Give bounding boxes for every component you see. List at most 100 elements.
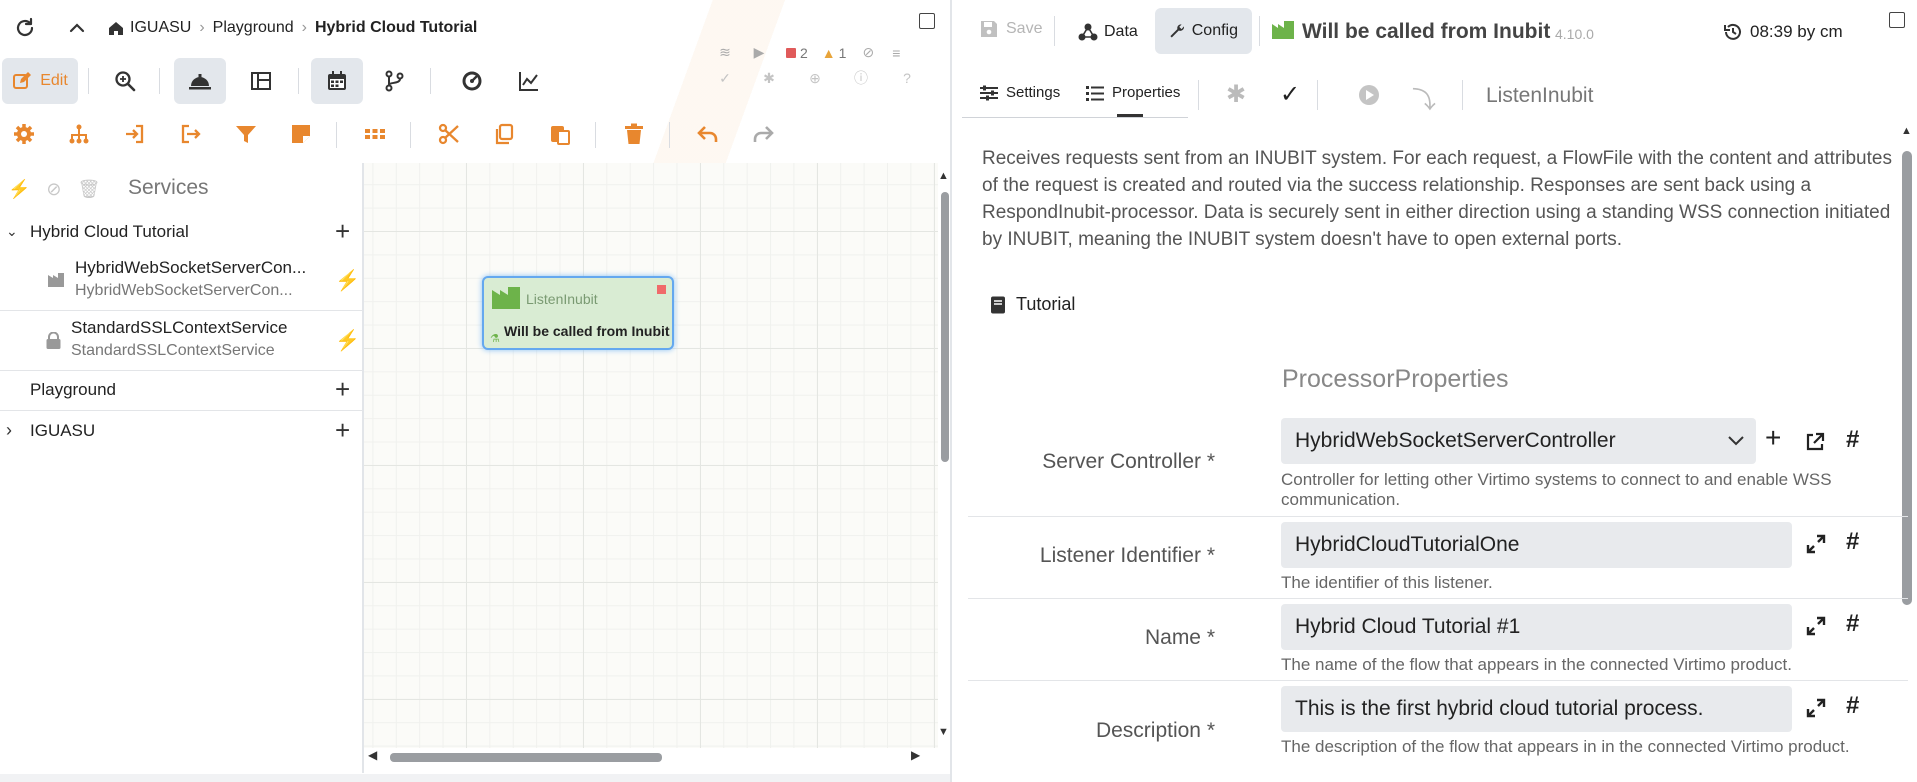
scrollbar-thumb[interactable] (1902, 151, 1912, 605)
add-icon[interactable]: + (1765, 422, 1781, 454)
disable-icon[interactable]: ⊘ (46, 179, 61, 200)
add-icon[interactable]: + (335, 374, 350, 405)
zoom-button[interactable] (99, 58, 151, 104)
hash-icon[interactable]: # (1846, 692, 1859, 720)
save-button[interactable]: Save (980, 20, 1042, 38)
tree-view-button[interactable] (235, 58, 287, 104)
vertical-scrollbar[interactable]: ▲ (1899, 125, 1915, 782)
check-icon: ✓ (719, 69, 731, 86)
play-circle-icon[interactable] (1358, 84, 1380, 106)
lightning-icon[interactable]: ⚡ (335, 328, 360, 353)
services-view-button[interactable] (174, 58, 226, 104)
add-icon[interactable]: + (335, 415, 350, 446)
breadcrumb-item-playground[interactable]: Playground (213, 19, 294, 37)
scroll-up-icon[interactable]: ▲ (1901, 125, 1912, 137)
tree-group-label: IGUASU (30, 421, 96, 440)
expand-icon[interactable] (1806, 698, 1826, 718)
flow-canvas[interactable] (364, 163, 938, 748)
layers-icon: ≋ (719, 44, 731, 60)
vertical-scrollbar[interactable]: ▲ ▼ (938, 170, 950, 740)
calendar-button[interactable] (311, 58, 363, 104)
horizontal-scrollbar[interactable]: ◀ ▶ (366, 748, 938, 766)
settings-button[interactable] (4, 114, 44, 154)
home-icon[interactable] (108, 20, 124, 36)
chevron-right-icon[interactable]: › (6, 420, 12, 441)
undo-button[interactable] (688, 114, 728, 154)
tree-group-playground[interactable]: Playground + (0, 372, 362, 408)
sliders-icon: ≡ (892, 44, 901, 61)
output-port-button[interactable] (170, 114, 210, 154)
branch-button[interactable] (368, 58, 420, 104)
tab-properties[interactable]: Properties (1086, 84, 1180, 101)
tab-settings[interactable]: Settings (980, 84, 1060, 101)
scroll-down-icon[interactable]: ▼ (938, 726, 949, 738)
scroll-up-icon[interactable]: ▲ (938, 170, 949, 182)
redo-icon (753, 126, 774, 142)
add-icon[interactable]: + (335, 216, 350, 247)
lightning-icon[interactable]: ⚡ (335, 268, 360, 293)
cut-button[interactable] (429, 114, 469, 154)
external-link-icon[interactable] (1805, 432, 1825, 452)
chevron-up-icon[interactable] (62, 13, 92, 43)
grid-button[interactable] (355, 114, 395, 154)
step-down-icon[interactable]: ⤵ (1412, 80, 1436, 115)
chart-button[interactable] (503, 58, 555, 104)
edit-button[interactable]: Edit (2, 58, 78, 104)
asterisk-icon: ✱ (763, 69, 775, 86)
listener-identifier-input[interactable]: HybridCloudTutorialOne (1281, 522, 1792, 568)
delete-button[interactable] (614, 114, 654, 154)
hierarchy-icon (69, 124, 89, 144)
trash-icon[interactable]: 🗑︎ (78, 179, 101, 200)
lock-icon (46, 332, 61, 349)
description-input[interactable]: This is the first hybrid cloud tutorial … (1281, 686, 1792, 732)
hierarchy-button[interactable] (59, 114, 99, 154)
processor-title: Will be called from Inubit (1302, 20, 1551, 43)
book-icon (991, 296, 1005, 313)
processor-node[interactable]: ListenInubit ⚗ Will be called from Inubi… (482, 276, 674, 350)
dashboard-button[interactable] (446, 58, 498, 104)
copy-button[interactable] (484, 114, 524, 154)
services-toolbar: ⚡ ⊘ 🗑︎ (8, 177, 100, 201)
property-label: Listener Identifier * (1039, 544, 1215, 567)
hash-icon[interactable]: # (1846, 528, 1859, 556)
expand-icon[interactable] (1806, 616, 1826, 636)
asterisk-icon[interactable]: ✱ (1226, 80, 1246, 109)
scrollbar-thumb[interactable] (390, 753, 662, 762)
server-controller-select[interactable]: HybridWebSocketServerController (1281, 418, 1756, 464)
chevron-down-icon[interactable]: ⌄ (6, 223, 18, 240)
name-input[interactable]: Hybrid Cloud Tutorial #1 (1281, 604, 1792, 650)
tree-item-websocket-controller[interactable]: HybridWebSocketServerCon... HybridWebSoc… (0, 252, 362, 308)
scroll-left-icon[interactable]: ◀ (368, 748, 377, 762)
trash-icon (625, 123, 643, 144)
hash-icon[interactable]: # (1846, 610, 1859, 638)
input-port-button[interactable] (115, 114, 155, 154)
tab-data[interactable]: Data (1068, 14, 1148, 50)
redo-button[interactable] (743, 114, 783, 154)
list-icon (1086, 85, 1104, 101)
gear-icon (14, 124, 34, 144)
tutorial-link[interactable]: Tutorial (990, 294, 1075, 315)
footer-strip (0, 774, 950, 782)
git-branch-icon (385, 70, 404, 92)
scroll-right-icon[interactable]: ▶ (911, 748, 920, 762)
factory-icon (492, 287, 520, 309)
maximize-icon[interactable] (1889, 12, 1905, 28)
breadcrumb-item-current: Hybrid Cloud Tutorial (314, 19, 478, 36)
label-button[interactable] (281, 114, 321, 154)
funnel-button[interactable] (226, 114, 266, 154)
maximize-icon[interactable] (919, 13, 935, 29)
lightning-icon[interactable]: ⚡ (8, 179, 30, 200)
refresh-icon[interactable] (10, 13, 40, 43)
tree-group-hybrid-cloud[interactable]: ⌄ Hybrid Cloud Tutorial + (0, 216, 362, 250)
paste-button[interactable] (540, 114, 580, 154)
hash-icon[interactable]: # (1846, 426, 1859, 454)
factory-icon (1272, 21, 1294, 39)
scrollbar-thumb[interactable] (941, 192, 949, 462)
property-row-description: Description * This is the first hybrid c… (962, 681, 1897, 782)
breadcrumb-item-iguasu[interactable]: IGUASU (130, 19, 191, 37)
tree-item-ssl-context[interactable]: StandardSSLContextService StandardSSLCon… (0, 312, 362, 368)
tab-config[interactable]: Config (1155, 8, 1252, 54)
expand-icon[interactable] (1806, 534, 1826, 554)
tree-group-iguasu[interactable]: › IGUASU + (0, 413, 362, 449)
check-icon[interactable]: ✓ (1280, 80, 1300, 109)
